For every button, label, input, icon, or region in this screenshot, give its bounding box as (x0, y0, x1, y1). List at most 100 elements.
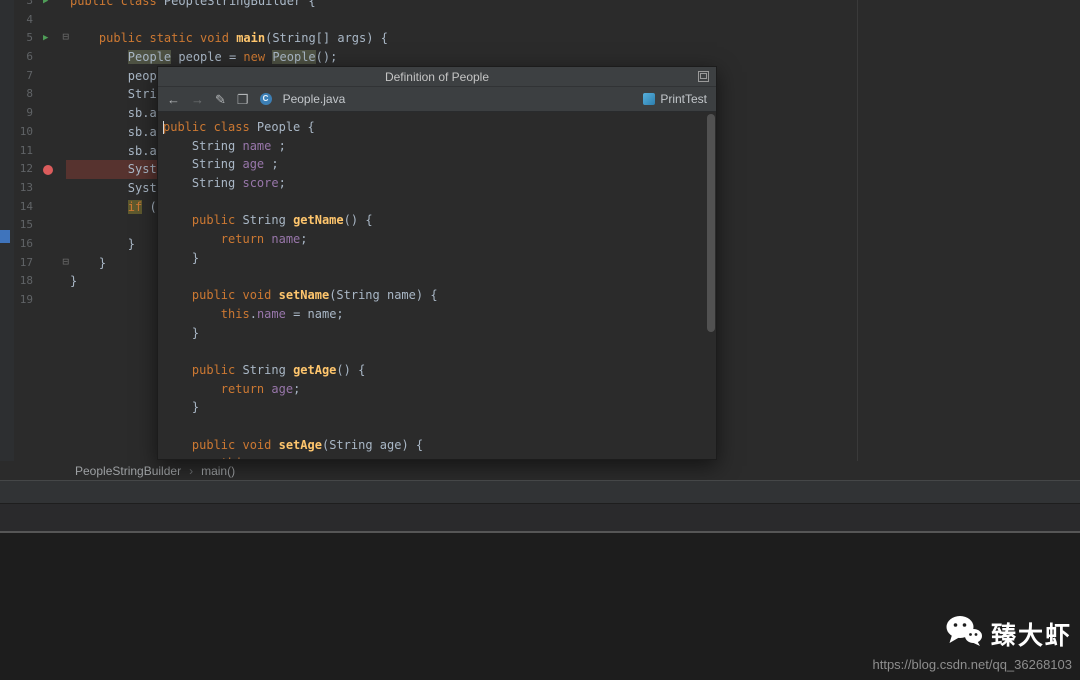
gutter-line-17[interactable]: 17 ⊟ (14, 253, 69, 273)
code-text: public String getName() { (191, 213, 373, 228)
code-text: public String getAge() { (191, 362, 366, 377)
code-line: } (158, 324, 716, 343)
code-text: public class PeopleStringBuilder { (70, 0, 316, 8)
code-line: } (158, 398, 716, 417)
line-number: 12 (19, 162, 33, 176)
gutter-line-12[interactable]: 12 (14, 160, 66, 179)
code-line (158, 193, 716, 212)
code-line: String name ; (158, 137, 716, 156)
gutter-line-15[interactable]: 15 (14, 216, 66, 235)
gutter-line-18[interactable]: 18 (14, 272, 66, 291)
popup-file-name[interactable]: People.java (283, 92, 346, 106)
code-text: People people = new People(); (127, 50, 338, 65)
code-line: String age ; (158, 155, 716, 174)
code-line: this.age = age; (158, 454, 716, 459)
breakpoint-icon[interactable] (43, 164, 53, 175)
watermark: 臻大虾 https://blog.csdn.net/qq_36268103 (872, 615, 1073, 672)
popup-title: Definition of People (384, 69, 490, 84)
gutter-line-4[interactable]: 4 (14, 11, 66, 30)
code-line: public String getAge() { (158, 361, 716, 380)
edit-source-icon[interactable]: ✎ (215, 93, 226, 106)
code-line: } (158, 249, 716, 268)
line-number: 19 (19, 293, 33, 306)
gutter-line-13[interactable]: 13 (14, 179, 66, 198)
code-line (158, 417, 716, 436)
line-number: 14 (19, 199, 33, 213)
code-text: return age; (220, 381, 301, 396)
caret-position-marker[interactable] (0, 230, 10, 243)
gutter-line-11[interactable]: 11 (14, 142, 66, 161)
code-text: String score; (163, 176, 286, 191)
ide-window: 3 ▶ public class PeopleStringBuilder {4 5 ▶ ⊟… (0, 0, 1080, 480)
gutter-line-10[interactable]: 10 (14, 123, 66, 142)
breadcrumb-class[interactable]: PeopleStringBuilder (75, 464, 181, 478)
open-in-window-icon[interactable] (698, 71, 709, 82)
gutter-line-6[interactable]: 6 (14, 48, 66, 67)
popup-context-label[interactable]: PrintTest (660, 92, 707, 106)
code-line (158, 268, 716, 287)
code-line: public String getName() { (158, 211, 716, 230)
gutter-line-9[interactable]: 9 (14, 104, 66, 123)
popup-scrollbar[interactable] (707, 114, 715, 332)
right-margin-guide (857, 0, 858, 461)
code-line: public class People { (158, 118, 716, 137)
code-text: public void setName(String name) { (191, 288, 438, 303)
line-number: 15 (19, 218, 33, 232)
code-line: return age; (158, 380, 716, 399)
line-number: 4 (26, 12, 33, 26)
code-text: return name; (220, 232, 308, 247)
popup-toolbar: ← → ✎ ❐ C People.java PrintTest (158, 87, 716, 112)
code-line: public void setName(String name) { (158, 286, 716, 305)
line-number: 9 (26, 106, 33, 120)
line-number: 11 (19, 143, 33, 157)
window-edge-band (0, 504, 1080, 531)
status-band (0, 481, 1080, 503)
code-line-4: 4 (14, 11, 1080, 30)
gutter-line-3[interactable]: 3 ▶ (14, 0, 66, 11)
page-background: 臻大虾 https://blog.csdn.net/qq_36268103 (0, 533, 1080, 680)
code-text: } (163, 400, 200, 415)
code-text: String age ; (163, 157, 279, 172)
code-line: public void setAge(String age) { (158, 436, 716, 455)
gutter-line-8[interactable]: 8 (14, 85, 66, 104)
wechat-icon (945, 615, 983, 652)
gutter-line-19[interactable]: 19 (14, 291, 66, 310)
code-line (158, 342, 716, 361)
breadcrumb-method[interactable]: main() (201, 464, 235, 478)
run-icon[interactable]: ▶ (43, 29, 48, 48)
line-number: 6 (26, 50, 33, 64)
watermark-url: https://blog.csdn.net/qq_36268103 (872, 657, 1073, 672)
code-line: this.name = name; (158, 305, 716, 324)
error-stripe (0, 0, 14, 461)
code-line-5: 5 ▶ ⊟ public static void main(String[] arg… (14, 29, 1080, 48)
watermark-name: 臻大虾 (990, 621, 1072, 650)
gutter-line-5[interactable]: 5 ▶ ⊟ (14, 28, 69, 48)
gutter-line-7[interactable]: 7 (14, 67, 66, 86)
gutter-line-16[interactable]: 16 (14, 235, 66, 254)
back-icon[interactable]: ← (167, 93, 180, 106)
fold-icon[interactable]: ⊟ (62, 253, 69, 272)
screenshot-root: 3 ▶ public class PeopleStringBuilder {4 5 ▶ ⊟… (0, 0, 1080, 680)
popup-titlebar[interactable]: Definition of People (158, 67, 716, 87)
code-text: } (163, 325, 200, 340)
line-number: 13 (19, 180, 33, 194)
gutter-line-14[interactable]: 14 (14, 198, 66, 217)
line-number: 17 (19, 255, 33, 269)
code-text: } (163, 250, 200, 265)
breadcrumb: PeopleStringBuilder › main() (0, 461, 1080, 480)
forward-icon[interactable]: → (191, 93, 204, 106)
show-source-icon[interactable]: ❐ (237, 93, 249, 106)
breadcrumb-separator-icon: › (189, 463, 194, 478)
run-icon[interactable]: ▶ (43, 0, 48, 11)
popup-code-view[interactable]: public class People { String name ; Stri… (158, 112, 716, 459)
class-icon: C (259, 93, 272, 105)
code-text: this.name = name; (220, 306, 344, 321)
line-number: 7 (26, 68, 33, 82)
fold-icon[interactable]: ⊟ (62, 28, 69, 47)
code-text: this.age = age; (158, 454, 716, 459)
